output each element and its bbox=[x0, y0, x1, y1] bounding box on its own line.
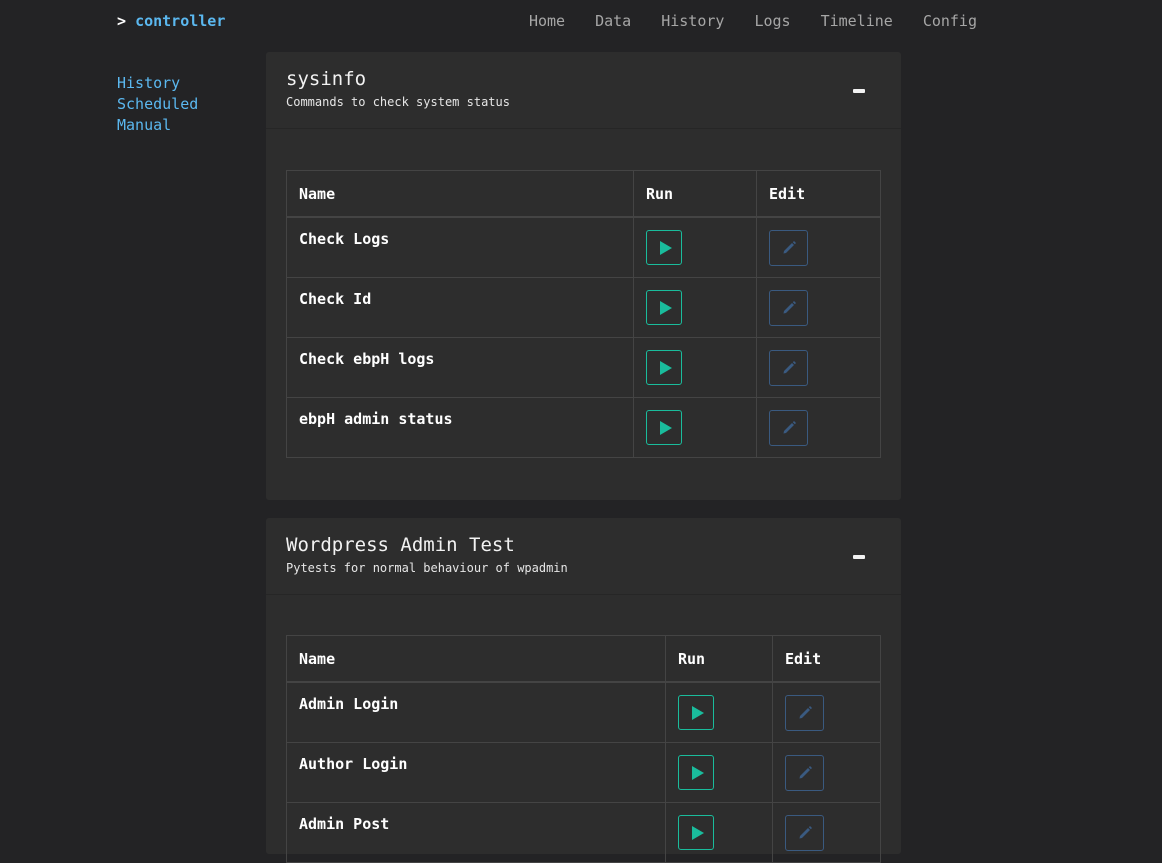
command-name: ebpH admin status bbox=[286, 396, 634, 458]
pencil-icon bbox=[783, 420, 796, 433]
panel-header: Wordpress Admin Test Pytests for normal … bbox=[266, 518, 901, 595]
edit-button[interactable] bbox=[785, 814, 824, 851]
edit-button[interactable] bbox=[769, 230, 808, 266]
panel-subtitle: Pytests for normal behaviour of wpadmin bbox=[286, 561, 568, 575]
panel-header: sysinfo Commands to check system status bbox=[266, 52, 901, 129]
minimize-icon[interactable] bbox=[853, 89, 865, 93]
nav-logs[interactable]: Logs bbox=[754, 12, 790, 30]
edit-button[interactable] bbox=[769, 349, 808, 386]
table-row: Admin Post bbox=[286, 801, 881, 863]
column-run: Run bbox=[665, 635, 773, 683]
table-row: Check ebpH logs bbox=[286, 336, 881, 398]
pencil-icon bbox=[799, 825, 812, 838]
brand-logo[interactable]: > controller bbox=[117, 12, 225, 30]
run-button[interactable] bbox=[646, 289, 682, 325]
panel-sysinfo: sysinfo Commands to check system status … bbox=[266, 52, 901, 500]
edit-button[interactable] bbox=[769, 289, 808, 326]
column-name: Name bbox=[286, 635, 666, 683]
edit-button[interactable] bbox=[785, 754, 824, 791]
panel-subtitle: Commands to check system status bbox=[286, 95, 510, 109]
command-name: Check Id bbox=[286, 276, 634, 338]
play-icon bbox=[660, 360, 672, 375]
column-run: Run bbox=[633, 170, 757, 218]
run-button[interactable] bbox=[646, 409, 682, 445]
play-icon bbox=[692, 706, 704, 720]
run-button[interactable] bbox=[678, 754, 714, 790]
sidebar: History Scheduled Manual bbox=[117, 73, 198, 136]
column-name: Name bbox=[286, 170, 634, 218]
play-icon bbox=[692, 765, 704, 780]
run-button[interactable] bbox=[678, 814, 714, 850]
nav-history[interactable]: History bbox=[661, 12, 724, 30]
sidebar-item-history[interactable]: History bbox=[117, 73, 198, 94]
play-icon bbox=[660, 300, 672, 315]
column-edit: Edit bbox=[756, 170, 881, 218]
run-button[interactable] bbox=[646, 349, 682, 385]
commands-table: Name Run Edit Check Logs Check Id Check … bbox=[286, 170, 881, 458]
top-navbar: > controller Home Data History Logs Time… bbox=[0, 0, 1162, 42]
command-name: Check Logs bbox=[286, 216, 634, 278]
commands-table: Name Run Edit Admin Login Author Login A… bbox=[286, 635, 881, 863]
table-row: Check Id bbox=[286, 276, 881, 338]
table-header-row: Name Run Edit bbox=[286, 170, 881, 218]
table-row: Check Logs bbox=[286, 216, 881, 278]
command-name: Admin Post bbox=[286, 801, 666, 863]
prompt-symbol: > bbox=[117, 12, 127, 30]
table-row: Admin Login bbox=[286, 681, 881, 743]
table-header-row: Name Run Edit bbox=[286, 635, 881, 683]
command-name: Admin Login bbox=[286, 681, 666, 743]
nav-home[interactable]: Home bbox=[529, 12, 565, 30]
brand-name: controller bbox=[135, 12, 226, 30]
edit-button[interactable] bbox=[785, 695, 824, 731]
run-button[interactable] bbox=[646, 230, 682, 265]
sidebar-item-scheduled[interactable]: Scheduled bbox=[117, 94, 198, 115]
play-icon bbox=[660, 420, 672, 435]
pencil-icon bbox=[783, 300, 796, 313]
table-row: ebpH admin status bbox=[286, 396, 881, 458]
command-name: Author Login bbox=[286, 741, 666, 803]
nav-timeline[interactable]: Timeline bbox=[821, 12, 893, 30]
panel-title: sysinfo bbox=[286, 68, 367, 90]
play-icon bbox=[660, 241, 672, 255]
sidebar-item-manual[interactable]: Manual bbox=[117, 115, 198, 136]
run-button[interactable] bbox=[678, 695, 714, 730]
panel-title: Wordpress Admin Test bbox=[286, 534, 515, 556]
nav-data[interactable]: Data bbox=[595, 12, 631, 30]
pencil-icon bbox=[783, 360, 796, 373]
minimize-icon[interactable] bbox=[853, 555, 865, 559]
command-name: Check ebpH logs bbox=[286, 336, 634, 398]
main-nav: Home Data History Logs Timeline Config bbox=[529, 12, 977, 30]
nav-config[interactable]: Config bbox=[923, 12, 977, 30]
pencil-icon bbox=[783, 241, 796, 254]
column-edit: Edit bbox=[772, 635, 881, 683]
pencil-icon bbox=[799, 765, 812, 778]
pencil-icon bbox=[799, 706, 812, 719]
panel-wordpress-admin-test: Wordpress Admin Test Pytests for normal … bbox=[266, 518, 901, 863]
table-row: Author Login bbox=[286, 741, 881, 803]
edit-button[interactable] bbox=[769, 409, 808, 446]
play-icon bbox=[692, 825, 704, 840]
